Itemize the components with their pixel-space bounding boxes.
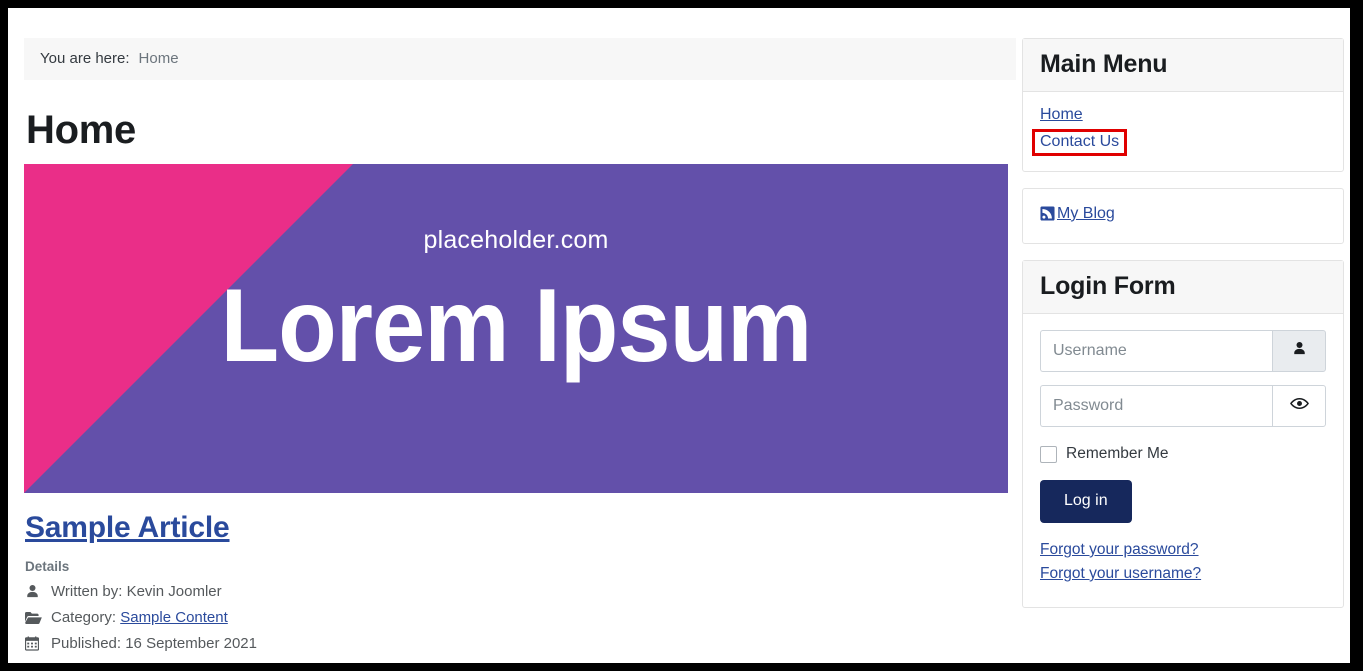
login-form-title: Login Form bbox=[1040, 272, 1176, 301]
eye-icon bbox=[1289, 396, 1309, 416]
login-button[interactable]: Log in bbox=[1040, 480, 1132, 523]
article-author-row: Written by: Kevin Joomler bbox=[24, 583, 1016, 600]
article-category-row: Category: Sample Content bbox=[24, 609, 1016, 626]
forgot-password-link[interactable]: Forgot your password? bbox=[1040, 541, 1326, 559]
password-input-group bbox=[1040, 385, 1326, 427]
breadcrumb-current-page: Home bbox=[138, 50, 179, 67]
username-input-group bbox=[1040, 330, 1326, 372]
article-title-link[interactable]: Sample Article bbox=[25, 511, 230, 544]
main-menu-header: Main Menu bbox=[1023, 39, 1343, 92]
remember-me-checkbox[interactable] bbox=[1040, 445, 1057, 463]
article-title: Sample Article bbox=[24, 511, 1016, 545]
breadcrumb-label: You are here: bbox=[40, 50, 130, 67]
main-menu-module: Main Menu Home Contact Us bbox=[1022, 38, 1344, 172]
article-details-heading: Details bbox=[25, 559, 70, 574]
menu-item-contact-us: Contact Us bbox=[1032, 128, 1326, 156]
article-category-label: Category: bbox=[51, 609, 117, 626]
main-content-column: You are here: Home Home placeholder.com L… bbox=[24, 38, 1016, 652]
sidebar-column: Main Menu Home Contact Us My Blog Login … bbox=[1022, 38, 1344, 624]
blog-module: My Blog bbox=[1022, 187, 1344, 245]
menu-link-contact-us[interactable]: Contact Us bbox=[1040, 133, 1119, 150]
folder-open-icon bbox=[25, 610, 44, 626]
password-input[interactable] bbox=[1040, 385, 1272, 427]
blog-link[interactable]: My Blog bbox=[1040, 205, 1115, 223]
menu-link-home[interactable]: Home bbox=[1040, 106, 1083, 123]
blog-module-body: My Blog bbox=[1023, 189, 1343, 244]
blog-link-label: My Blog bbox=[1057, 204, 1115, 222]
login-form-body: Remember Me Log in Forgot your password?… bbox=[1023, 314, 1343, 607]
login-form-module: Login Form Username Remember Me Log in F… bbox=[1022, 260, 1344, 608]
article-author-text: Written by: Kevin Joomler bbox=[51, 583, 222, 600]
remember-me-row[interactable]: Remember Me bbox=[1040, 445, 1326, 463]
menu-item-home: Home bbox=[1040, 106, 1326, 124]
menu-item-highlight-box: Contact Us bbox=[1032, 128, 1128, 156]
username-icon-button[interactable] bbox=[1272, 330, 1326, 372]
username-input[interactable] bbox=[1040, 330, 1272, 372]
toggle-password-visibility-button[interactable] bbox=[1272, 385, 1326, 427]
article-hero-image: placeholder.com Lorem Ipsum bbox=[24, 164, 1008, 493]
main-menu-list: Home Contact Us bbox=[1032, 106, 1326, 156]
user-icon bbox=[25, 584, 44, 600]
main-menu-title: Main Menu bbox=[1040, 50, 1168, 78]
rss-icon bbox=[1040, 206, 1055, 221]
article-category-link[interactable]: Sample Content bbox=[120, 609, 228, 626]
breadcrumb: You are here: Home bbox=[24, 38, 1016, 80]
forgot-links: Forgot your password? Forgot your userna… bbox=[1040, 541, 1326, 583]
calendar-icon bbox=[25, 636, 44, 652]
user-icon bbox=[1292, 341, 1307, 361]
article-published-text: Published: 16 September 2021 bbox=[51, 635, 257, 652]
browser-viewport: You are here: Home Home placeholder.com L… bbox=[8, 8, 1350, 663]
page-title: Home bbox=[26, 108, 136, 152]
remember-me-label: Remember Me bbox=[1066, 445, 1169, 462]
main-menu-body: Home Contact Us bbox=[1023, 92, 1343, 171]
forgot-username-link[interactable]: Forgot your username? bbox=[1040, 565, 1326, 583]
hero-headline: Lorem Ipsum bbox=[220, 268, 813, 384]
article-published-row: Published: 16 September 2021 bbox=[24, 635, 1016, 652]
login-form-header: Login Form bbox=[1023, 261, 1343, 314]
hero-source-label: placeholder.com bbox=[423, 226, 609, 254]
